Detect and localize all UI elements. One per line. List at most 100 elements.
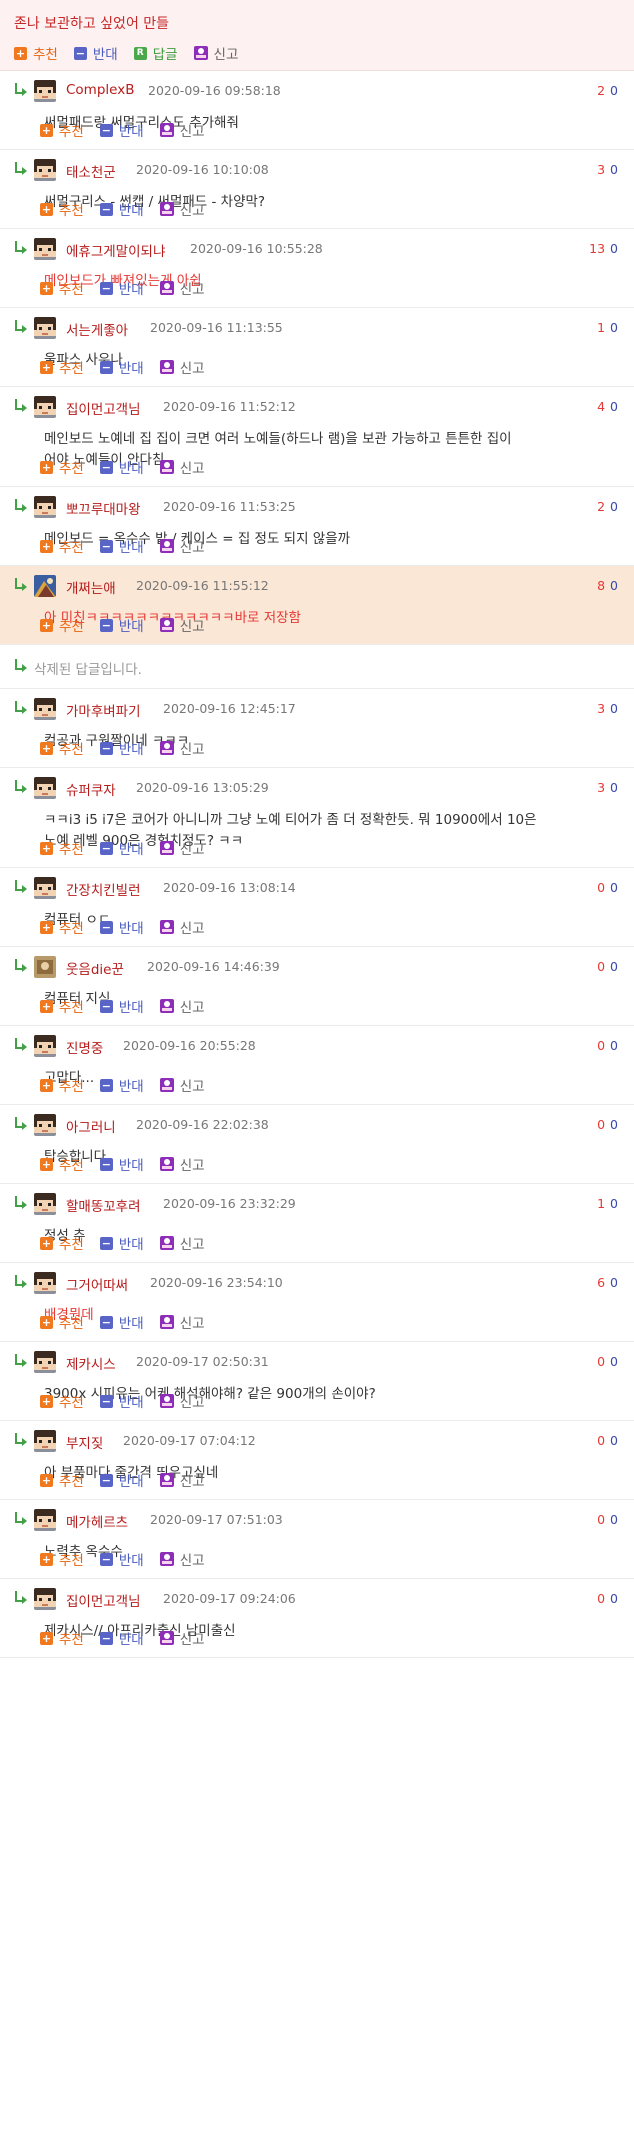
avatar[interactable]	[34, 1509, 56, 1531]
comment-author[interactable]: 그거어따써	[66, 1274, 128, 1294]
comment-author[interactable]: 개쩌는애	[66, 577, 116, 597]
comment-author[interactable]: 웃음die꾼	[66, 958, 124, 978]
downvote-button[interactable]: − 반대	[99, 357, 144, 377]
downvote-button[interactable]: − 반대	[99, 1628, 144, 1648]
comment-author[interactable]: 집이먼고객님	[66, 1590, 141, 1610]
avatar[interactable]	[34, 1035, 56, 1057]
avatar[interactable]	[34, 698, 56, 720]
avatar[interactable]	[34, 80, 56, 102]
comment-author[interactable]: 집이먼고객님	[66, 398, 141, 418]
comment-author[interactable]: 할매똥꼬후려	[66, 1195, 141, 1215]
downvote-button[interactable]: − 반대	[99, 1154, 144, 1174]
report-button[interactable]: 신고	[159, 738, 205, 758]
comment-author[interactable]: 가마후벼파기	[66, 700, 141, 720]
avatar[interactable]	[34, 956, 56, 978]
downvote-button[interactable]: − 반대	[99, 1233, 144, 1253]
downvote-button[interactable]: − 반대	[99, 536, 144, 556]
upvote-button[interactable]: + 추천	[40, 838, 84, 858]
comment-author[interactable]: 서는게좋아	[66, 319, 128, 339]
report-button[interactable]: 신고	[193, 43, 238, 63]
upvote-button[interactable]: + 추천	[40, 1628, 84, 1648]
comment-author[interactable]: 간장치킨빌런	[66, 879, 141, 899]
downvote-button[interactable]: − 반대	[99, 1391, 144, 1411]
avatar[interactable]	[34, 496, 56, 518]
report-button[interactable]: 신고	[159, 536, 205, 556]
upvote-button[interactable]: + 추천	[40, 615, 84, 635]
upvote-button[interactable]: + 추천	[40, 120, 84, 140]
upvote-button[interactable]: + 추천	[40, 1233, 84, 1253]
upvote-button[interactable]: + 추천	[14, 43, 58, 63]
avatar[interactable]	[34, 1351, 56, 1373]
comment-author[interactable]: 슈퍼쿠자	[66, 779, 116, 799]
avatar[interactable]	[34, 877, 56, 899]
report-button[interactable]: 신고	[159, 357, 205, 377]
downvote-button[interactable]: − 반대	[99, 1470, 144, 1490]
report-button[interactable]: 신고	[159, 996, 205, 1016]
report-button[interactable]: 신고	[159, 1470, 205, 1490]
report-button[interactable]: 신고	[159, 1075, 205, 1095]
upvote-button[interactable]: + 추천	[40, 1391, 84, 1411]
avatar[interactable]	[34, 396, 56, 418]
comment-author[interactable]: 제카시스	[66, 1353, 116, 1373]
upvote-button[interactable]: + 추천	[40, 357, 84, 377]
downvote-button[interactable]: − 반대	[99, 996, 144, 1016]
upvote-button[interactable]: + 추천	[40, 1154, 84, 1174]
downvote-button[interactable]: − 반대	[99, 120, 144, 140]
upvote-button[interactable]: + 추천	[40, 457, 84, 477]
upvote-button[interactable]: + 추천	[40, 1470, 84, 1490]
comment-author[interactable]: 태소천군	[66, 161, 116, 181]
report-button[interactable]: 신고	[159, 1233, 205, 1253]
downvote-button[interactable]: − 반대	[99, 1549, 144, 1569]
report-button[interactable]: 신고	[159, 615, 205, 635]
report-button[interactable]: 신고	[159, 199, 205, 219]
upvote-button[interactable]: + 추천	[40, 199, 84, 219]
avatar[interactable]	[34, 1193, 56, 1215]
upvote-button[interactable]: + 추천	[40, 1075, 84, 1095]
report-button[interactable]: 신고	[159, 278, 205, 298]
report-button[interactable]: 신고	[159, 1391, 205, 1411]
comment-author[interactable]: 진명중	[66, 1037, 103, 1057]
comment-author[interactable]: 메가헤르츠	[66, 1511, 128, 1531]
report-button[interactable]: 신고	[159, 1628, 205, 1648]
reply-button[interactable]: R 답글	[133, 43, 178, 63]
report-button[interactable]: 신고	[159, 457, 205, 477]
report-button[interactable]: 신고	[159, 1154, 205, 1174]
upvote-button[interactable]: + 추천	[40, 1312, 84, 1332]
downvote-button[interactable]: − 반대	[73, 43, 118, 63]
avatar[interactable]	[34, 317, 56, 339]
avatar[interactable]	[34, 575, 56, 597]
comment-author[interactable]: 뽀끄루대마왕	[66, 498, 141, 518]
avatar[interactable]	[34, 159, 56, 181]
downvote-button[interactable]: − 반대	[99, 199, 144, 219]
report-button[interactable]: 신고	[159, 838, 205, 858]
downvote-button[interactable]: − 반대	[99, 1075, 144, 1095]
comment-author[interactable]: 아그러니	[66, 1116, 116, 1136]
report-button[interactable]: 신고	[159, 120, 205, 140]
downvote-button[interactable]: − 반대	[99, 1312, 144, 1332]
upvote-button[interactable]: + 추천	[40, 278, 84, 298]
downvote-button[interactable]: − 반대	[99, 738, 144, 758]
avatar[interactable]	[34, 1588, 56, 1610]
comment-author[interactable]: 부지짖	[66, 1432, 103, 1452]
upvote-label: 추천	[59, 282, 84, 298]
upvote-button[interactable]: + 추천	[40, 536, 84, 556]
avatar[interactable]	[34, 1430, 56, 1452]
report-button[interactable]: 신고	[159, 1549, 205, 1569]
avatar[interactable]	[34, 1272, 56, 1294]
upvote-button[interactable]: + 추천	[40, 996, 84, 1016]
avatar[interactable]	[34, 777, 56, 799]
avatar[interactable]	[34, 238, 56, 260]
downvote-button[interactable]: − 반대	[99, 278, 144, 298]
downvote-button[interactable]: − 반대	[99, 917, 144, 937]
upvote-button[interactable]: + 추천	[40, 738, 84, 758]
report-button[interactable]: 신고	[159, 917, 205, 937]
comment-author[interactable]: ComplexB	[66, 82, 134, 98]
downvote-button[interactable]: − 반대	[99, 838, 144, 858]
downvote-button[interactable]: − 반대	[99, 615, 144, 635]
report-button[interactable]: 신고	[159, 1312, 205, 1332]
upvote-button[interactable]: + 추천	[40, 917, 84, 937]
downvote-button[interactable]: − 반대	[99, 457, 144, 477]
comment-author[interactable]: 에휴그게말이되냐	[66, 240, 165, 260]
upvote-button[interactable]: + 추천	[40, 1549, 84, 1569]
avatar[interactable]	[34, 1114, 56, 1136]
